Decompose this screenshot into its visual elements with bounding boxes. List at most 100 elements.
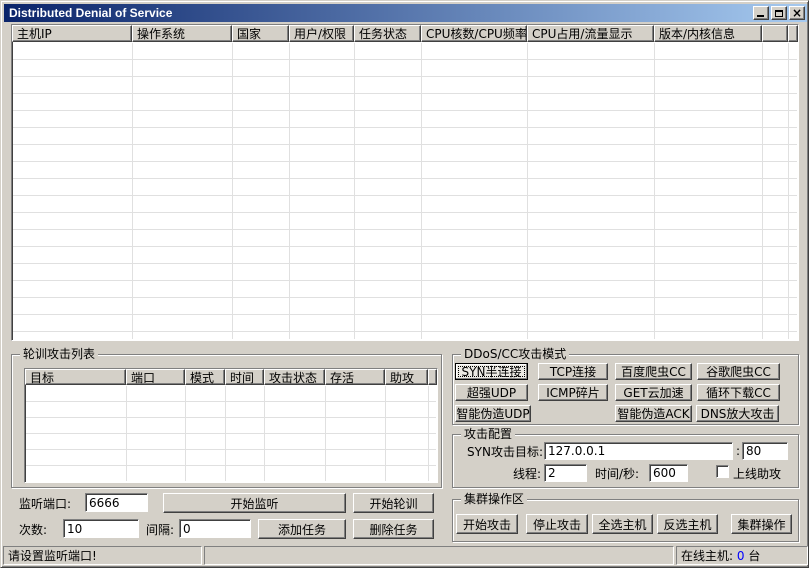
window-title: Distributed Denial of Service [9,6,172,20]
minimize-button[interactable] [753,6,769,20]
cluster-op-button[interactable]: 集群操作 [731,514,792,534]
listen-port-label: 监听端口: [19,497,71,511]
stop-attack-button[interactable]: 停止攻击 [526,514,588,534]
start-poll-button[interactable]: 开始轮训 [353,493,434,513]
time-input[interactable] [649,464,688,482]
count-label: 次数: [19,523,47,537]
column-header-filler [788,25,798,42]
listen-port-input[interactable] [85,493,148,512]
column-header-alive[interactable]: 存活 [325,369,385,385]
column-header-port[interactable]: 端口 [126,369,185,385]
interval-input[interactable] [179,519,251,538]
grid-line [654,43,655,339]
close-button[interactable]: × [789,6,805,20]
host-list[interactable]: 主机IP 操作系统 国家 用户/权限 任务状态 CPU核数/CPU频率 CPU占… [11,24,799,341]
mode-get-cloud-button[interactable]: GET云加速 [615,384,692,401]
select-all-button[interactable]: 全选主机 [592,514,653,534]
online-hosts-unit: 台 [748,549,760,563]
poll-attack-group-label: 轮训攻击列表 [20,347,98,361]
maximize-icon [775,10,783,17]
poll-attack-list[interactable]: 目标 端口 模式 时间 攻击状态 存活 助攻 [24,368,438,483]
app-window: Distributed Denial of Service × 主机IP 操作系… [0,0,809,568]
grid-line [788,43,789,339]
poll-list-header: 目标 端口 模式 时间 攻击状态 存活 助攻 [25,369,437,385]
column-header-user-priv[interactable]: 用户/权限 [289,25,354,42]
column-header-cpu-usage[interactable]: CPU占用/流量显示 [527,25,654,42]
attack-config-group-label: 攻击配置 [461,427,515,441]
time-label: 时间/秒: [595,467,639,481]
thread-label: 线程: [493,467,541,481]
column-header-filler [428,369,437,385]
target-port-input[interactable] [742,442,788,460]
attack-mode-group-label: DDoS/CC攻击模式 [461,347,569,361]
grid-lines [13,43,797,339]
column-header-host-ip[interactable]: 主机IP [12,25,132,42]
grid-line [527,43,528,339]
host-list-body[interactable] [13,43,797,339]
column-header-attack-status[interactable]: 攻击状态 [264,369,325,385]
grid-line [428,386,429,481]
status-online-hosts: 在线主机: 0 台 [676,546,808,565]
mode-fake-udp-button[interactable]: 智能伪造UDP [455,405,531,422]
status-bar: 请设置监听端口! 在线主机: 0 台 [1,546,809,567]
mode-fake-ack-button[interactable]: 智能伪造ACK [615,405,692,422]
attack-mode-group: DDoS/CC攻击模式 SYN半连接 TCP连接 百度爬虫CC 谷歌爬虫CC 超… [452,354,799,425]
mode-tcp-button[interactable]: TCP连接 [538,363,608,380]
cluster-group: 集群操作区 开始攻击 停止攻击 全选主机 反选主机 集群操作 [452,499,799,542]
grid-line [421,43,422,339]
maximize-button[interactable] [771,6,787,20]
online-hosts-count: 0 [737,549,745,563]
column-header-spare[interactable] [762,25,788,42]
start-listen-button[interactable]: 开始监听 [163,493,346,513]
delete-task-button[interactable]: 删除任务 [353,519,434,539]
syn-target-label: SYN攻击目标: [465,445,543,459]
invert-select-button[interactable]: 反选主机 [657,514,718,534]
count-input[interactable] [63,519,139,538]
column-header-target[interactable]: 目标 [25,369,126,385]
column-header-os[interactable]: 操作系统 [132,25,232,42]
mode-loop-dl-button[interactable]: 循环下载CC [697,384,780,401]
mode-udp-button[interactable]: 超强UDP [455,384,528,401]
target-port-colon: : [736,444,740,458]
column-header-task-status[interactable]: 任务状态 [354,25,421,42]
grid-line [325,386,326,481]
column-header-version-kernel[interactable]: 版本/内核信息 [654,25,762,42]
mode-google-cc-button[interactable]: 谷歌爬虫CC [697,363,780,380]
window-controls: × [753,6,805,20]
grid-line [264,386,265,481]
attack-config-group: 攻击配置 SYN攻击目标: : 线程: 时间/秒: 上线助攻 [452,434,799,488]
poll-attack-group: 轮训攻击列表 目标 端口 模式 时间 攻击状态 存活 助攻 [11,354,442,488]
interval-label: 间隔: [146,523,174,537]
thread-input[interactable] [544,464,587,482]
status-message: 请设置监听端口! [3,546,202,565]
grid-line [232,43,233,339]
grid-line [185,386,186,481]
mode-icmp-button[interactable]: ICMP碎片 [538,384,608,401]
grid-line [385,386,386,481]
online-hosts-label: 在线主机: [681,549,733,563]
cluster-group-label: 集群操作区 [461,492,527,506]
grid-lines [26,386,436,481]
titlebar[interactable]: Distributed Denial of Service × [4,4,807,22]
start-attack-button[interactable]: 开始攻击 [456,514,518,534]
column-header-time[interactable]: 时间 [225,369,264,385]
grid-line [225,386,226,481]
host-list-header: 主机IP 操作系统 国家 用户/权限 任务状态 CPU核数/CPU频率 CPU占… [12,25,798,42]
grid-line [762,43,763,339]
syn-target-input[interactable] [544,442,733,460]
status-middle [204,546,674,565]
mode-dns-amp-button[interactable]: DNS放大攻击 [696,405,779,422]
grid-line [354,43,355,339]
assist-checkbox[interactable] [716,465,729,478]
grid-line [132,43,133,339]
column-header-cpu[interactable]: CPU核数/CPU频率 [421,25,527,42]
minimize-icon [757,15,764,17]
add-task-button[interactable]: 添加任务 [258,519,346,539]
mode-baidu-cc-button[interactable]: 百度爬虫CC [615,363,692,380]
column-header-country[interactable]: 国家 [232,25,289,42]
grid-line [126,386,127,481]
mode-syn-button[interactable]: SYN半连接 [455,363,528,380]
column-header-mode[interactable]: 模式 [185,369,225,385]
poll-list-body[interactable] [26,386,436,481]
column-header-assist[interactable]: 助攻 [385,369,428,385]
